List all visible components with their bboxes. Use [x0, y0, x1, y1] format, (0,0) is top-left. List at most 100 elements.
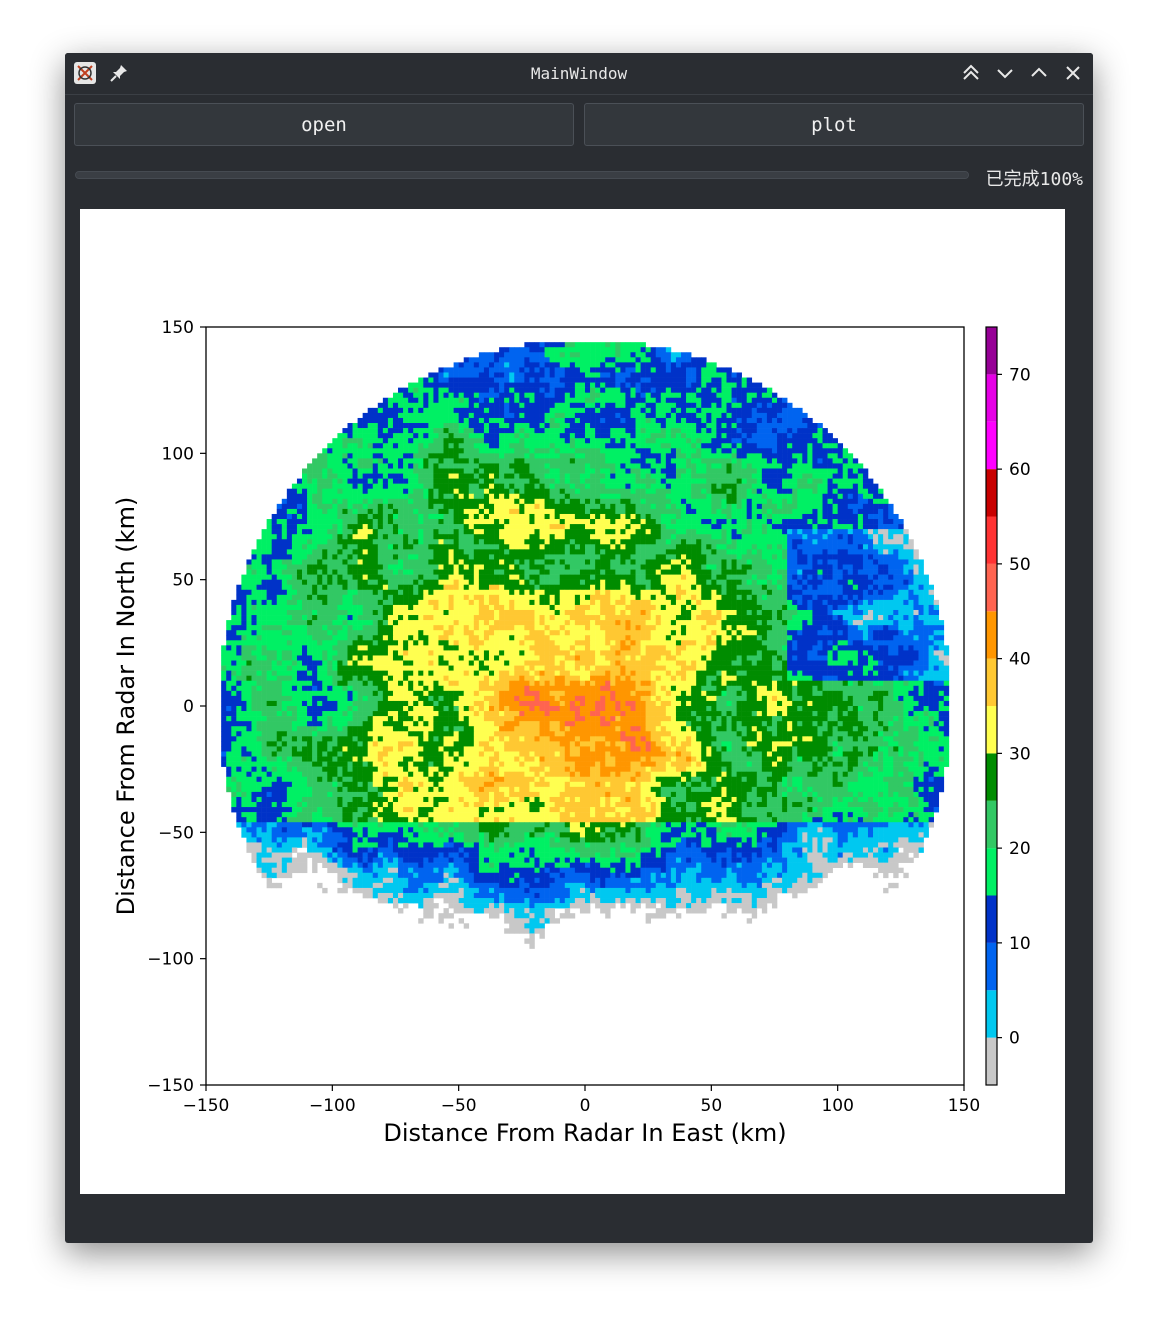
field-cell [615, 392, 621, 399]
open-button[interactable]: open [74, 103, 574, 146]
field-cell [807, 559, 813, 565]
field-cell [494, 524, 500, 530]
field-cell [595, 372, 601, 378]
field-cell [726, 443, 732, 449]
plot-button[interactable]: plot [584, 103, 1084, 146]
field-cell [478, 483, 485, 490]
field-cell [827, 559, 833, 565]
field-cell [721, 539, 727, 545]
field-cell [857, 564, 864, 570]
field-cell [585, 438, 591, 444]
field-cell [473, 397, 480, 404]
field-cell [862, 519, 869, 525]
field-cell [670, 352, 677, 358]
field-cell [635, 438, 641, 444]
field-cell [721, 488, 727, 495]
field-cell [716, 377, 722, 383]
field-cell [519, 458, 525, 464]
field-cell [539, 382, 545, 388]
field-cell [564, 473, 571, 479]
field-cell [817, 569, 823, 575]
field-cell [453, 387, 459, 393]
field-cell [488, 503, 495, 510]
field-cell [640, 357, 646, 363]
field-cell [433, 544, 439, 550]
minimize-icon[interactable] [994, 62, 1016, 84]
field-cell [322, 448, 328, 454]
field-cell [655, 584, 662, 591]
field-cell [494, 377, 500, 383]
field-cell [650, 367, 657, 373]
field-cell [524, 402, 530, 409]
field-cell [696, 493, 702, 500]
field-cell [387, 513, 394, 520]
field-cell [453, 584, 459, 591]
close-icon[interactable] [1062, 62, 1084, 84]
field-cell [635, 412, 641, 419]
field-cell [291, 529, 298, 535]
field-cell [883, 498, 889, 505]
field-cell [529, 579, 535, 586]
field-cell [312, 529, 318, 535]
field-cell [726, 534, 732, 540]
maximize-icon[interactable] [1028, 62, 1050, 84]
field-cell [706, 569, 712, 575]
field-cell [494, 428, 500, 434]
field-cell [317, 554, 323, 560]
field-cell [751, 529, 758, 535]
field-cell [448, 417, 454, 424]
field-cell [423, 564, 429, 570]
field-cell [771, 564, 778, 570]
field-cell [706, 433, 712, 439]
field-cell [640, 529, 646, 535]
field-cell [519, 493, 525, 500]
field-cell [670, 524, 677, 530]
field-cell [640, 417, 646, 424]
field-cell [686, 508, 692, 515]
field-cell [488, 402, 495, 409]
field-cell [387, 564, 394, 570]
field-cell [585, 483, 591, 490]
field-cell [342, 458, 348, 464]
field-cell [852, 544, 859, 550]
field-cell [579, 443, 586, 449]
field-cell [660, 524, 667, 530]
field-cell [357, 564, 363, 570]
field-cell [438, 584, 444, 591]
field-cell [610, 468, 616, 474]
field-cell [509, 357, 515, 363]
field-cell [302, 513, 308, 520]
field-cell [731, 438, 737, 444]
field-cell [630, 377, 636, 383]
field-cell [549, 448, 555, 454]
field-cell [347, 549, 353, 555]
field-cell [357, 478, 363, 484]
field-cell [554, 554, 561, 560]
field-cell [524, 417, 530, 424]
field-cell [847, 564, 854, 570]
field-cell [312, 513, 318, 520]
field-cell [403, 554, 409, 560]
field-cell [286, 534, 293, 540]
field-cell [549, 483, 555, 490]
field-cell [473, 508, 480, 515]
field-cell [681, 539, 687, 545]
field-cell [559, 564, 566, 570]
field-cell [585, 579, 591, 586]
field-cell [903, 529, 909, 535]
field-cell [539, 407, 545, 414]
field-cell [731, 402, 737, 409]
field-cell [403, 397, 409, 404]
field-cell [756, 407, 763, 414]
field-cell [600, 544, 606, 550]
field-cell [832, 448, 838, 454]
field-cell [675, 392, 682, 399]
field-cell [559, 448, 566, 454]
field-cell [731, 488, 737, 495]
field-cell [731, 519, 737, 525]
field-cell [499, 453, 505, 459]
field-cell [655, 564, 662, 570]
field-cell [888, 519, 894, 525]
keep-above-icon[interactable] [960, 62, 982, 84]
field-cell [681, 468, 687, 474]
